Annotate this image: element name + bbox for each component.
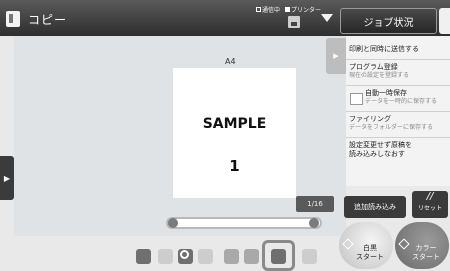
panel-item-filing[interactable]: ファイリング データをフォルダーに保存する — [346, 112, 450, 138]
dropdown-arrow-icon[interactable] — [321, 14, 333, 22]
start-diamond-icon — [398, 238, 410, 250]
auto-hold-checkbox[interactable] — [350, 93, 363, 105]
add-scan-button[interactable]: 追加読み込み — [344, 196, 406, 218]
selected-tool-frame — [262, 240, 295, 271]
add-scan-label: 追加読み込み — [354, 203, 396, 211]
bw-start-label-2: スタート — [356, 253, 384, 261]
status-indicators: 通信中 プリンター — [256, 5, 321, 14]
reset-label: リセット — [417, 205, 442, 212]
panel-item-label: プログラム登録 — [349, 63, 398, 71]
job-status-button[interactable]: ジョブ状況 — [340, 8, 437, 34]
zoom-in-icon[interactable] — [198, 249, 213, 264]
panel-item-label: 設定変更せず原稿を — [349, 141, 412, 149]
status-printer-label: プリンター — [290, 7, 321, 14]
top-bar: コピー 通信中 プリンター ジョブ状況 — [0, 0, 450, 36]
color-start-label-1: カラー — [415, 244, 437, 252]
left-side-tab[interactable]: ▶ — [0, 156, 14, 200]
panel-item-program-register[interactable]: プログラム登録 現在の設定を登録する — [346, 60, 450, 86]
panel-item-send-while-printing[interactable]: 印刷と同時に送信する — [346, 42, 450, 60]
bw-start-label-1: 白黒 — [363, 244, 377, 252]
preview-page — [173, 68, 296, 198]
edge-tool-button[interactable] — [439, 8, 450, 34]
page-number-text: 1 — [229, 157, 240, 175]
panel-toggle-tab[interactable]: ▶ — [326, 38, 346, 74]
reset-button[interactable]: // リセット — [412, 191, 448, 218]
start-diamond-icon — [342, 238, 354, 250]
scroll-left-icon[interactable] — [168, 218, 178, 228]
bw-start-button[interactable]: 白黒 スタート — [339, 222, 393, 269]
panel-item-sub: 現在の設定を登録する — [349, 72, 410, 79]
delete-page-icon[interactable] — [302, 249, 317, 264]
page-counter: 1/16 — [296, 196, 334, 212]
app-title: コピー — [28, 13, 68, 27]
zoom-out-icon[interactable] — [158, 249, 173, 264]
rotate-right-icon[interactable] — [244, 249, 259, 264]
scroll-right-icon[interactable] — [309, 218, 319, 228]
sample-text: SAMPLE — [202, 116, 267, 132]
scroll-thumb[interactable] — [172, 219, 320, 227]
printer-indicator-icon — [284, 7, 290, 12]
magnifier-icon — [180, 250, 189, 259]
panel-item-label-2: 読み込みしなおす — [349, 150, 405, 158]
page-view-icon[interactable] — [136, 249, 151, 264]
paper-size-label: A4 — [225, 57, 236, 66]
status-online-label: 通信中 — [262, 7, 281, 14]
panel-item-label: 印刷と同時に送信する — [349, 45, 419, 53]
color-start-label-2: スタート — [412, 253, 440, 261]
reset-icon: // — [426, 191, 434, 202]
job-status-label: ジョブ状況 — [363, 17, 414, 29]
copy-app-icon — [6, 11, 20, 27]
panel-item-rescan[interactable]: 設定変更せず原稿を 読み込みしなおす — [346, 138, 450, 164]
copy-screen: コピー 通信中 プリンター ジョブ状況 ▶ A4 SAMPLE 1 ▶ 印刷と同… — [0, 0, 450, 271]
panel-item-sub: データをフォルダーに保存する — [349, 124, 434, 131]
printer-icon — [288, 16, 300, 28]
rotate-left-icon[interactable] — [224, 249, 239, 264]
color-start-button[interactable]: カラー スタート — [395, 222, 449, 269]
online-indicator-icon — [256, 7, 261, 12]
panel-item-label: ファイリング — [349, 115, 391, 123]
